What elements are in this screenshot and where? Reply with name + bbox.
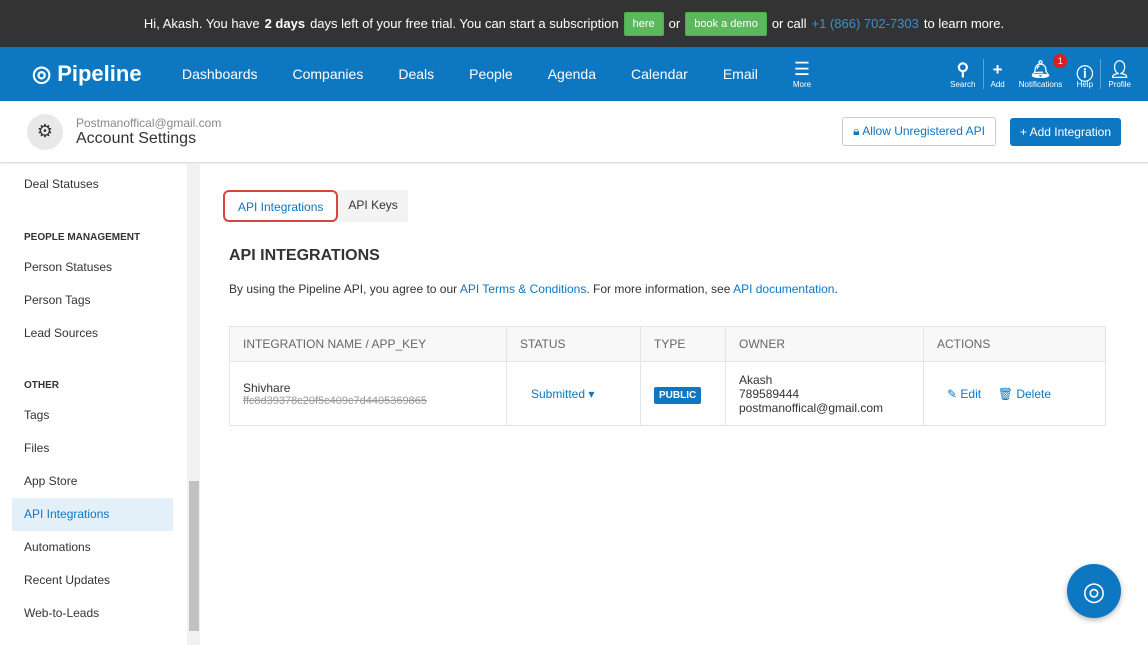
sidebar: Deal Statuses PEOPLE MANAGEMENT Person S… xyxy=(0,163,200,645)
api-docs-link[interactable]: API documentation xyxy=(733,282,834,296)
api-description: By using the Pipeline API, you agree to … xyxy=(229,282,1106,296)
pencil-icon: ✎ xyxy=(947,386,958,401)
trash-icon: 🗑︎ xyxy=(997,386,1013,401)
tab-api-keys[interactable]: API Keys xyxy=(338,190,408,222)
page-title: Account Settings xyxy=(76,129,197,147)
nav-calendar[interactable]: Calendar xyxy=(631,66,688,82)
delete-label: Delete xyxy=(1016,386,1052,401)
trial-days: 2 days xyxy=(264,16,306,31)
sidebar-scrollbar[interactable] xyxy=(187,163,200,645)
brand-name: Pipeline xyxy=(57,61,142,86)
desc-end: . xyxy=(834,282,838,296)
sidebar-item-recent-updates[interactable]: Recent Updates xyxy=(12,564,173,597)
phone-link[interactable]: +1 (866) 702-7303 xyxy=(812,16,919,31)
nav-agenda[interactable]: Agenda xyxy=(548,66,596,82)
gear-icon: ⚙ xyxy=(27,113,63,150)
edit-label: Edit xyxy=(960,386,982,401)
caret-down-icon: ▾ xyxy=(588,386,595,401)
sidebar-item-person-tags[interactable]: Person Tags xyxy=(12,284,173,317)
learn-text: to learn more. xyxy=(923,16,1005,31)
search-icon: ⚲ xyxy=(956,59,970,79)
add-integration-button[interactable]: + Add Integration xyxy=(1009,117,1121,146)
owner-email: postmanoffical@gmail.com xyxy=(739,400,884,415)
logo[interactable]: ◎ Pipeline xyxy=(32,61,182,87)
column-header: STATUS xyxy=(506,326,641,362)
help-label: Help xyxy=(1076,79,1094,89)
chat-logo-icon: ◎ xyxy=(1082,575,1106,606)
delete-button[interactable]: 🗑︎ Delete xyxy=(998,387,1051,401)
nav-people[interactable]: People xyxy=(469,66,513,82)
help-button[interactable]: ⓘ Help xyxy=(1069,60,1100,89)
menu-icon: ☰ xyxy=(793,59,811,79)
sidebar-item-api-integrations[interactable]: API Integrations xyxy=(12,498,173,531)
search-button[interactable]: ⚲ Search xyxy=(943,60,982,89)
plus-icon: + xyxy=(992,59,1003,79)
sidebar-section-people: PEOPLE MANAGEMENT xyxy=(24,232,141,243)
nav-companies[interactable]: Companies xyxy=(293,66,364,82)
integration-name: Shivhare xyxy=(243,380,291,395)
more-label: More xyxy=(792,80,812,89)
sidebar-item-app-store[interactable]: App Store xyxy=(12,465,173,498)
allow-unregistered-api-button[interactable]: 🔒︎ Allow Unregistered API xyxy=(842,117,996,146)
desc-text: By using the Pipeline API, you agree to … xyxy=(229,282,458,296)
sidebar-section-other: OTHER xyxy=(24,380,59,391)
add-button[interactable]: + Add xyxy=(984,60,1012,89)
or-text: or xyxy=(668,16,681,31)
sidebar-item-files[interactable]: Files xyxy=(12,432,173,465)
trial-banner: Hi, Akash. You have 2 days days left of … xyxy=(0,0,1148,47)
book-demo-button[interactable]: book a demo xyxy=(685,11,767,36)
status-value: Submitted xyxy=(531,386,586,401)
column-header: TYPE xyxy=(640,326,726,362)
nav-more[interactable]: ☰ More xyxy=(793,59,811,89)
tab-api-integrations[interactable]: API Integrations xyxy=(223,190,339,222)
status-dropdown[interactable]: Submitted ▾ xyxy=(531,387,594,401)
trial-text: Hi, Akash. You have xyxy=(143,16,260,31)
scrollbar-thumb[interactable] xyxy=(189,481,199,631)
profile-label: Profile xyxy=(1108,79,1131,89)
app-key: ffc8d39378c20f5c409c7d4405369865 xyxy=(243,394,427,407)
account-header: ⚙ Postmanoffical@gmail.com Account Settin… xyxy=(0,101,1148,163)
top-nav: ◎ Pipeline Dashboards Companies Deals Peo… xyxy=(0,47,1148,101)
user-icon: 👤︎ xyxy=(1108,59,1131,79)
call-text: or call xyxy=(771,16,807,31)
section-heading: API INTEGRATIONS xyxy=(229,247,380,264)
nav-email[interactable]: Email xyxy=(723,66,758,82)
column-header: ACTIONS xyxy=(923,326,1106,362)
search-label: Search xyxy=(950,79,976,89)
sidebar-item-tags[interactable]: Tags xyxy=(12,399,173,432)
owner-name: Akash xyxy=(739,372,773,387)
main-content: API Integrations API Keys API INTEGRATIO… xyxy=(223,190,1106,426)
sidebar-item-person-statuses[interactable]: Person Statuses xyxy=(12,251,173,284)
profile-button[interactable]: 👤︎ Profile xyxy=(1101,60,1138,89)
nav-dashboards[interactable]: Dashboards xyxy=(182,66,258,82)
sidebar-item-web-to-leads[interactable]: Web-to-Leads xyxy=(12,597,173,630)
sidebar-item-automations[interactable]: Automations xyxy=(12,531,173,564)
notification-badge: 1 xyxy=(1053,53,1068,68)
column-header: OWNER xyxy=(725,326,924,362)
trial-text-2: days left of your free trial. You can st… xyxy=(310,16,619,31)
owner-phone: 789589444 xyxy=(739,386,800,401)
nav-deals[interactable]: Deals xyxy=(398,66,434,82)
bell-icon: 🔔︎ xyxy=(1029,59,1052,79)
allow-label: Allow Unregistered API xyxy=(862,124,985,138)
notifications-label: Notifications xyxy=(1018,79,1063,89)
integrations-table: INTEGRATION NAME / APP_KEY STATUS TYPE O… xyxy=(229,326,1106,426)
lock-icon: 🔒︎ xyxy=(853,124,863,138)
api-terms-link[interactable]: API Terms & Conditions xyxy=(460,282,587,296)
sidebar-item-lead-sources[interactable]: Lead Sources xyxy=(12,317,173,350)
add-label: Add xyxy=(990,79,1005,89)
type-badge: PUBLIC xyxy=(654,386,702,404)
notifications-button[interactable]: 🔔︎ 1 Notifications xyxy=(1012,53,1070,89)
pipeline-logo-icon: ◎ xyxy=(32,61,52,86)
edit-button[interactable]: ✎ Edit xyxy=(947,387,981,401)
info-icon: ⓘ xyxy=(1076,64,1094,84)
sidebar-item-deal-statuses[interactable]: Deal Statuses xyxy=(12,168,173,201)
subscribe-here-button[interactable]: here xyxy=(623,11,664,36)
chat-widget-button[interactable]: ◎ xyxy=(1067,564,1121,618)
table-row: Shivhare ffc8d39378c20f5c409c7d4405369865… xyxy=(229,361,1106,426)
account-email: Postmanoffical@gmail.com xyxy=(76,115,222,130)
desc-text-2: . For more information, see xyxy=(586,282,731,296)
column-header: INTEGRATION NAME / APP_KEY xyxy=(229,326,507,362)
